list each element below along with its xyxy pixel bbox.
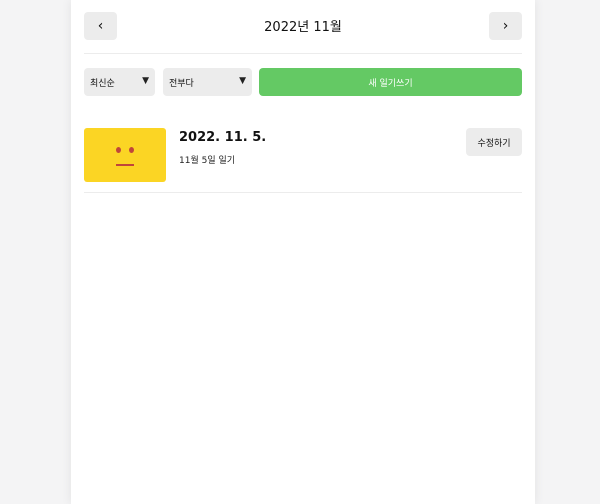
new-diary-button[interactable]: 새 일기쓰기 — [259, 68, 522, 96]
next-month-button[interactable]: › — [489, 12, 522, 40]
emotion-image[interactable] — [84, 128, 166, 182]
entry-divider — [84, 192, 522, 193]
sort-select-value: 최신순 — [90, 78, 115, 89]
diary-card: ‹ 2022년 11월 › 최신순 ▼ 전부다 ▼ 새 일기쓰기 2022. 1… — [71, 0, 535, 504]
diary-date[interactable]: 2022. 11. 5. — [179, 130, 266, 145]
chevron-right-icon: › — [502, 18, 509, 34]
filter-select-value: 전부다 — [169, 78, 194, 89]
edit-button[interactable]: 수정하기 — [466, 128, 522, 156]
list-controls: 최신순 ▼ 전부다 ▼ 새 일기쓰기 — [84, 68, 522, 96]
page-title: 2022년 11월 — [264, 20, 342, 35]
month-header: ‹ 2022년 11월 › — [84, 12, 522, 40]
list-item: 2022. 11. 5. 11월 5일 일기 수정하기 — [84, 128, 522, 192]
face-eye-left — [116, 147, 121, 153]
header-divider — [84, 53, 522, 54]
chevron-down-icon: ▼ — [239, 76, 246, 86]
sort-select[interactable]: 최신순 ▼ — [84, 68, 155, 96]
face-eye-right — [129, 147, 134, 153]
emotion-filter-select[interactable]: 전부다 ▼ — [163, 68, 252, 96]
face-mouth — [116, 164, 134, 166]
diary-content-preview[interactable]: 11월 5일 일기 — [179, 153, 235, 166]
chevron-down-icon: ▼ — [142, 76, 149, 86]
